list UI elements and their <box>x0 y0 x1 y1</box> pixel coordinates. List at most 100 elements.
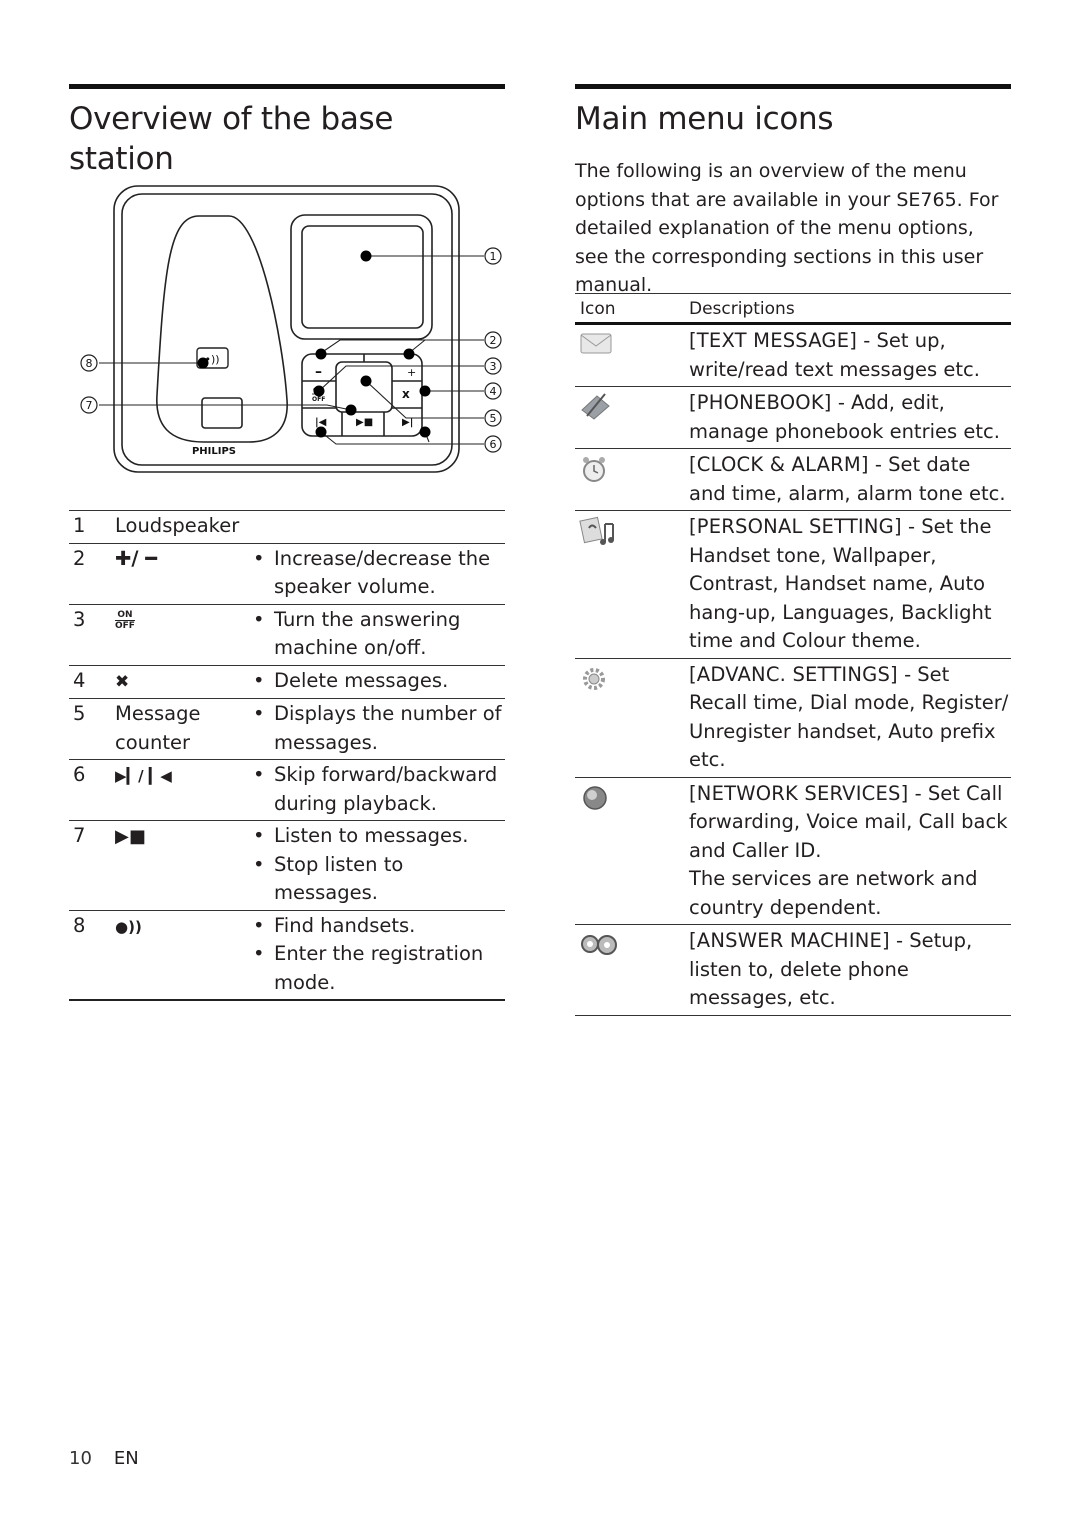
right-column: Main menu icons The following is an over… <box>575 84 1011 300</box>
bullet-text: Turn the answering machine on/off. <box>274 607 461 660</box>
bullet: • <box>253 824 265 847</box>
base-station-diagram: •)) – + ON OFF x |◀ ▶■ ▶| PHILIPS <box>80 185 502 473</box>
prev-key-label: |◀ <box>315 417 327 428</box>
bullet-text: Delete messages. <box>274 668 449 692</box>
bullet: • <box>253 913 265 937</box>
table-row: 7 ▶■ • Listen to messages. • Stop listen t… <box>69 821 505 911</box>
table-row: [ANSWER MACHINE] - Setup, listen to, del… <box>575 925 1011 1016</box>
alarm-clock-icon <box>575 451 689 508</box>
bullet-text: Find handsets. <box>274 913 416 937</box>
table-row: 1 Loudspeaker <box>69 511 505 544</box>
left-column: Overview of the base station <box>69 84 505 179</box>
menu-name: [CLOCK & ALARM] <box>689 453 869 476</box>
header-descriptions: Descriptions <box>689 299 795 319</box>
message-counter-window <box>335 361 393 413</box>
row-number: 1 <box>73 514 86 537</box>
bullet-text: Enter the registration mode. <box>274 942 484 994</box>
tape-icon <box>575 927 689 1013</box>
table-header: Icon Descriptions <box>575 294 1011 325</box>
bullet: • <box>253 607 265 631</box>
bullet: • <box>253 942 265 965</box>
bullet-text: Displays the number of messages. <box>274 702 502 754</box>
row-number: 2 <box>73 546 86 570</box>
off-key-label: OFF <box>312 396 325 403</box>
envelope-icon <box>575 327 689 384</box>
bullet: • <box>253 763 265 786</box>
gear-icon <box>575 661 689 775</box>
row-description: • Listen to messages. • Stop listen to mes… <box>250 822 505 908</box>
minus-key-label: – <box>315 364 322 380</box>
brand-logo: PHILIPS <box>192 446 236 457</box>
globe-icon <box>575 780 689 923</box>
menu-name: [NETWORK SERVICES] <box>689 781 909 805</box>
table-row: 6 ▶▎/ ▎◀ • Skip forward/backward during p… <box>69 760 505 821</box>
intro-paragraph: The following is an overview of the menu… <box>575 160 999 296</box>
table-row: 8 ●)) • Find handsets. • Enter the registr… <box>69 911 505 1001</box>
on-off-icon: ON OFF <box>115 609 135 631</box>
section-title-main-menu-icons: Main menu icons <box>575 101 834 137</box>
callout-8: 8 <box>86 357 93 370</box>
callout-5: 5 <box>490 412 497 425</box>
page-footer: 10 EN <box>69 1448 139 1469</box>
bullet: • <box>253 668 265 692</box>
menu-note: The services are network and country dep… <box>689 867 978 919</box>
table-row: 3 ON OFF • Turn the answering machine on/o… <box>69 605 505 666</box>
callout-2: 2 <box>490 334 497 347</box>
cradle-contact <box>201 397 243 429</box>
callout-7: 7 <box>86 399 93 412</box>
table-row: [NETWORK SERVICES] - Set Call forwarding… <box>575 778 1011 925</box>
bullet-text: Skip forward/backward during playback. <box>274 763 498 815</box>
row-label: Message counter <box>115 702 201 754</box>
row-number: 8 <box>73 913 86 937</box>
row-number: 3 <box>73 607 86 631</box>
bullet: • <box>253 546 265 570</box>
menu-name: [ADVANC. SETTINGS] <box>689 662 898 686</box>
row-number: 5 <box>73 702 86 725</box>
callout-3: 3 <box>490 360 497 373</box>
callout-4: 4 <box>490 385 497 398</box>
play-stop-key-label: ▶■ <box>356 417 373 428</box>
handset-cradle <box>156 215 288 443</box>
bullet-text: Increase/decrease the speaker volume. <box>274 546 491 599</box>
row-description: • Displays the number of messages. <box>250 700 505 757</box>
bullet-text: Listen to messages. <box>274 824 469 847</box>
callout-1: 1 <box>490 250 497 263</box>
table-row: [TEXT MESSAGE] - Set up, write/read text… <box>575 325 1011 387</box>
header-icon: Icon <box>580 299 616 319</box>
bullet-text: Stop listen to messages. <box>274 852 404 905</box>
delete-key-label: x <box>402 387 410 401</box>
row-description: • Delete messages. <box>250 667 505 697</box>
menu-name: [PHONEBOOK] <box>689 391 832 414</box>
find-handset-icon: ●)) <box>115 917 142 936</box>
volume-plus-minus-icon: ✚/ ━ <box>115 546 157 570</box>
bullet: • <box>253 702 265 725</box>
skip-forward-backward-icon: ▶▎/ ▎◀ <box>115 767 172 785</box>
next-key-label: ▶| <box>402 417 413 428</box>
menu-name: [ANSWER MACHINE] <box>689 929 890 952</box>
table-row: [CLOCK & ALARM] - Set date and time, ala… <box>575 449 1011 511</box>
table-row: 4 ✖ • Delete messages. <box>69 666 505 699</box>
table-row: [PHONEBOOK] - Add, edit, manage phoneboo… <box>575 387 1011 449</box>
section-rule <box>575 84 1011 89</box>
row-description: • Turn the answering machine on/off. <box>250 606 505 663</box>
row-label: Loudspeaker <box>115 514 240 537</box>
menu-name: [PERSONAL SETTING] <box>689 515 902 538</box>
callout-6: 6 <box>490 438 497 451</box>
row-description: • Find handsets. • Enter the registration … <box>250 912 505 998</box>
base-station-key-table: 1 Loudspeaker 2 ✚/ ━ • Increase/decrease … <box>69 510 505 1001</box>
table-row: [PERSONAL SETTING] - Set the Handset ton… <box>575 511 1011 659</box>
table-row: 2 ✚/ ━ • Increase/decrease the speaker vo… <box>69 544 505 605</box>
play-stop-icon: ▶■ <box>115 826 146 847</box>
section-rule <box>69 84 505 89</box>
section-title-base-station: Overview of the base station <box>69 101 394 177</box>
row-number: 6 <box>73 763 86 786</box>
display-bezel <box>290 214 433 340</box>
display-screen <box>301 225 424 329</box>
row-description: • Skip forward/backward during playback. <box>250 761 505 818</box>
menu-icons-table: Icon Descriptions [TEXT MESSAGE] - Set u… <box>575 293 1011 1016</box>
row-number: 4 <box>73 668 86 692</box>
table-row: 5 Message counter • Displays the number o… <box>69 699 505 760</box>
menu-name: [TEXT MESSAGE] <box>689 329 858 352</box>
music-note-icon <box>575 513 689 656</box>
bullet: • <box>253 852 265 876</box>
